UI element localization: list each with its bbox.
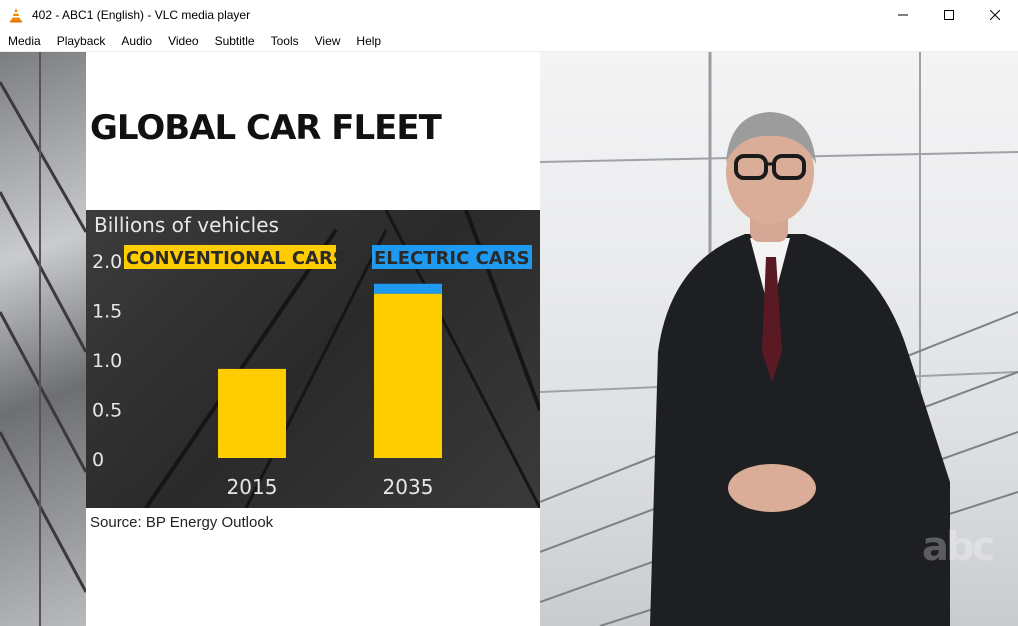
- window-controls: [880, 0, 1018, 30]
- y-tick-0: 0: [92, 449, 104, 471]
- chart-bars: [218, 283, 442, 458]
- maximize-button[interactable]: [926, 0, 972, 30]
- video-area[interactable]: GLOBAL CAR FLEET Billions of vehicles CO…: [0, 52, 1018, 626]
- vlc-cone-icon: [10, 8, 22, 23]
- minimize-icon: [898, 14, 908, 16]
- title-bar: 402 - ABC1 (English) - VLC media player: [0, 0, 1018, 30]
- maximize-icon: [944, 10, 954, 20]
- minimize-button[interactable]: [880, 0, 926, 30]
- menu-subtitle[interactable]: Subtitle: [210, 30, 260, 52]
- close-button[interactable]: [972, 0, 1018, 30]
- menu-playback[interactable]: Playback: [52, 30, 111, 52]
- chart-ylabel: Billions of vehicles: [94, 213, 279, 237]
- x-label-2035: 2035: [383, 475, 434, 499]
- abc-watermark-logo: abc: [922, 524, 995, 570]
- graphic-panel: GLOBAL CAR FLEET Billions of vehicles CO…: [86, 52, 542, 626]
- menu-audio[interactable]: Audio: [116, 30, 157, 52]
- window-title: 402 - ABC1 (English) - VLC media player: [32, 8, 251, 22]
- menu-bar: Media Playback Audio Video Subtitle Tool…: [0, 30, 1018, 52]
- video-background-left: [0, 52, 88, 626]
- source-caption: Source: BP Energy Outlook: [90, 514, 274, 531]
- car-fleet-chart: Billions of vehicles CONVENTIONAL CARS E…: [92, 209, 542, 510]
- legend-electric-label: ELECTRIC CARS: [374, 248, 530, 269]
- menu-view[interactable]: View: [310, 30, 346, 52]
- close-icon: [990, 10, 1000, 20]
- legend-conventional-label: CONVENTIONAL CARS: [126, 248, 346, 269]
- x-label-2015: 2015: [227, 475, 278, 499]
- menu-media[interactable]: Media: [3, 30, 46, 52]
- menu-video[interactable]: Video: [163, 30, 203, 52]
- y-axis-ticks: 0 0.5 1.0 1.5 2.0: [92, 251, 122, 471]
- y-tick-4: 2.0: [92, 251, 122, 273]
- x-axis-labels: 2015 2035: [227, 475, 434, 499]
- y-tick-2: 1.0: [92, 350, 122, 372]
- architecture-lines: [0, 52, 88, 626]
- bar-2035-conventional: [374, 293, 442, 458]
- menu-help[interactable]: Help: [351, 30, 386, 52]
- y-tick-1: 0.5: [92, 400, 122, 422]
- bar-2015-conventional: [218, 368, 286, 458]
- presenter: [650, 112, 950, 626]
- chart-container: Billions of vehicles CONVENTIONAL CARS E…: [86, 209, 542, 510]
- y-tick-3: 1.5: [92, 301, 122, 323]
- graphic-headline: GLOBAL CAR FLEET: [90, 108, 442, 148]
- bar-2035-electric: [374, 283, 442, 294]
- menu-tools[interactable]: Tools: [266, 30, 304, 52]
